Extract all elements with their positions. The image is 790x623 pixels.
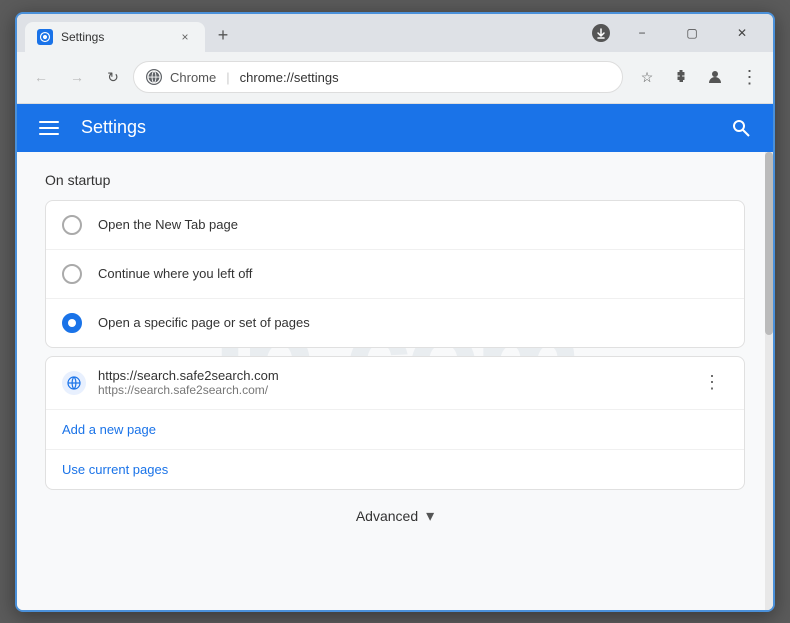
reload-button[interactable]: ↻ xyxy=(97,61,129,93)
on-startup-section-title: On startup xyxy=(45,172,745,188)
radio-label-specific: Open a specific page or set of pages xyxy=(98,315,310,330)
startup-options-card: Open the New Tab page Continue where you … xyxy=(45,200,745,348)
radio-option-new-tab[interactable]: Open the New Tab page xyxy=(46,201,744,250)
use-current-pages-button[interactable]: Use current pages xyxy=(46,450,744,489)
radio-circle-new-tab xyxy=(62,215,82,235)
url-bar-actions: ☆ ⋮ xyxy=(631,61,765,93)
extensions-button[interactable] xyxy=(665,61,697,93)
radio-option-specific[interactable]: Open a specific page or set of pages xyxy=(46,299,744,347)
profile-button[interactable] xyxy=(699,61,731,93)
advanced-label[interactable]: Advanced xyxy=(356,508,418,524)
url-chrome-text: Chrome xyxy=(170,70,216,85)
radio-label-new-tab: Open the New Tab page xyxy=(98,217,238,232)
chrome-menu-button[interactable]: ⋮ xyxy=(733,61,765,93)
advanced-chevron-icon[interactable]: ▾ xyxy=(426,506,434,526)
scrollbar-track[interactable] xyxy=(765,152,773,610)
radio-option-continue[interactable]: Continue where you left off xyxy=(46,250,744,299)
radio-circle-continue xyxy=(62,264,82,284)
settings-tab[interactable]: Settings × xyxy=(25,22,205,52)
startup-pages-card: https://search.safe2search.com https://s… xyxy=(45,356,745,490)
tab-favicon xyxy=(37,29,53,45)
url-favicon xyxy=(146,69,162,85)
settings-header: Settings xyxy=(17,104,773,152)
settings-search-button[interactable] xyxy=(725,112,757,144)
title-bar: Settings × + − ▢ ✕ xyxy=(17,14,773,52)
forward-button[interactable]: → xyxy=(61,61,93,93)
minimize-button[interactable]: − xyxy=(619,14,665,52)
close-button[interactable]: ✕ xyxy=(719,14,765,52)
browser-window: Settings × + − ▢ ✕ ← → ↻ xyxy=(15,12,775,612)
settings-content: ib-com On startup Open the New Tab pageC… xyxy=(17,152,773,610)
new-tab-button[interactable]: + xyxy=(209,22,237,50)
scrollbar-thumb[interactable] xyxy=(765,152,773,335)
bookmark-button[interactable]: ☆ xyxy=(631,61,663,93)
page-url-main: https://search.safe2search.com xyxy=(98,368,684,383)
settings-page-title: Settings xyxy=(81,117,709,138)
address-bar: ← → ↻ Chrome | chrome://settings ☆ xyxy=(17,52,773,104)
settings-inner: ib-com On startup Open the New Tab pageC… xyxy=(45,172,745,542)
url-bar[interactable]: Chrome | chrome://settings xyxy=(133,61,623,93)
back-button[interactable]: ← xyxy=(25,61,57,93)
add-new-page-button[interactable]: Add a new page xyxy=(46,410,744,450)
tab-close-button[interactable]: × xyxy=(177,29,193,45)
page-url-sub: https://search.safe2search.com/ xyxy=(98,383,684,397)
startup-page-item: https://search.safe2search.com https://s… xyxy=(46,357,744,410)
page-options-button[interactable]: ⋮ xyxy=(696,367,728,399)
maximize-button[interactable]: ▢ xyxy=(669,14,715,52)
page-url-block: https://search.safe2search.com https://s… xyxy=(98,368,684,397)
url-text: chrome://settings xyxy=(240,70,339,85)
radio-circle-specific xyxy=(62,313,82,333)
tab-area: Settings × + xyxy=(25,14,583,52)
globe-icon xyxy=(62,371,86,395)
download-indicator[interactable] xyxy=(587,19,615,47)
title-bar-controls: − ▢ ✕ xyxy=(587,14,765,52)
radio-label-continue: Continue where you left off xyxy=(98,266,252,281)
tab-title: Settings xyxy=(61,30,169,44)
hamburger-menu-icon[interactable] xyxy=(33,112,65,144)
advanced-section: Advanced ▾ xyxy=(45,490,745,542)
